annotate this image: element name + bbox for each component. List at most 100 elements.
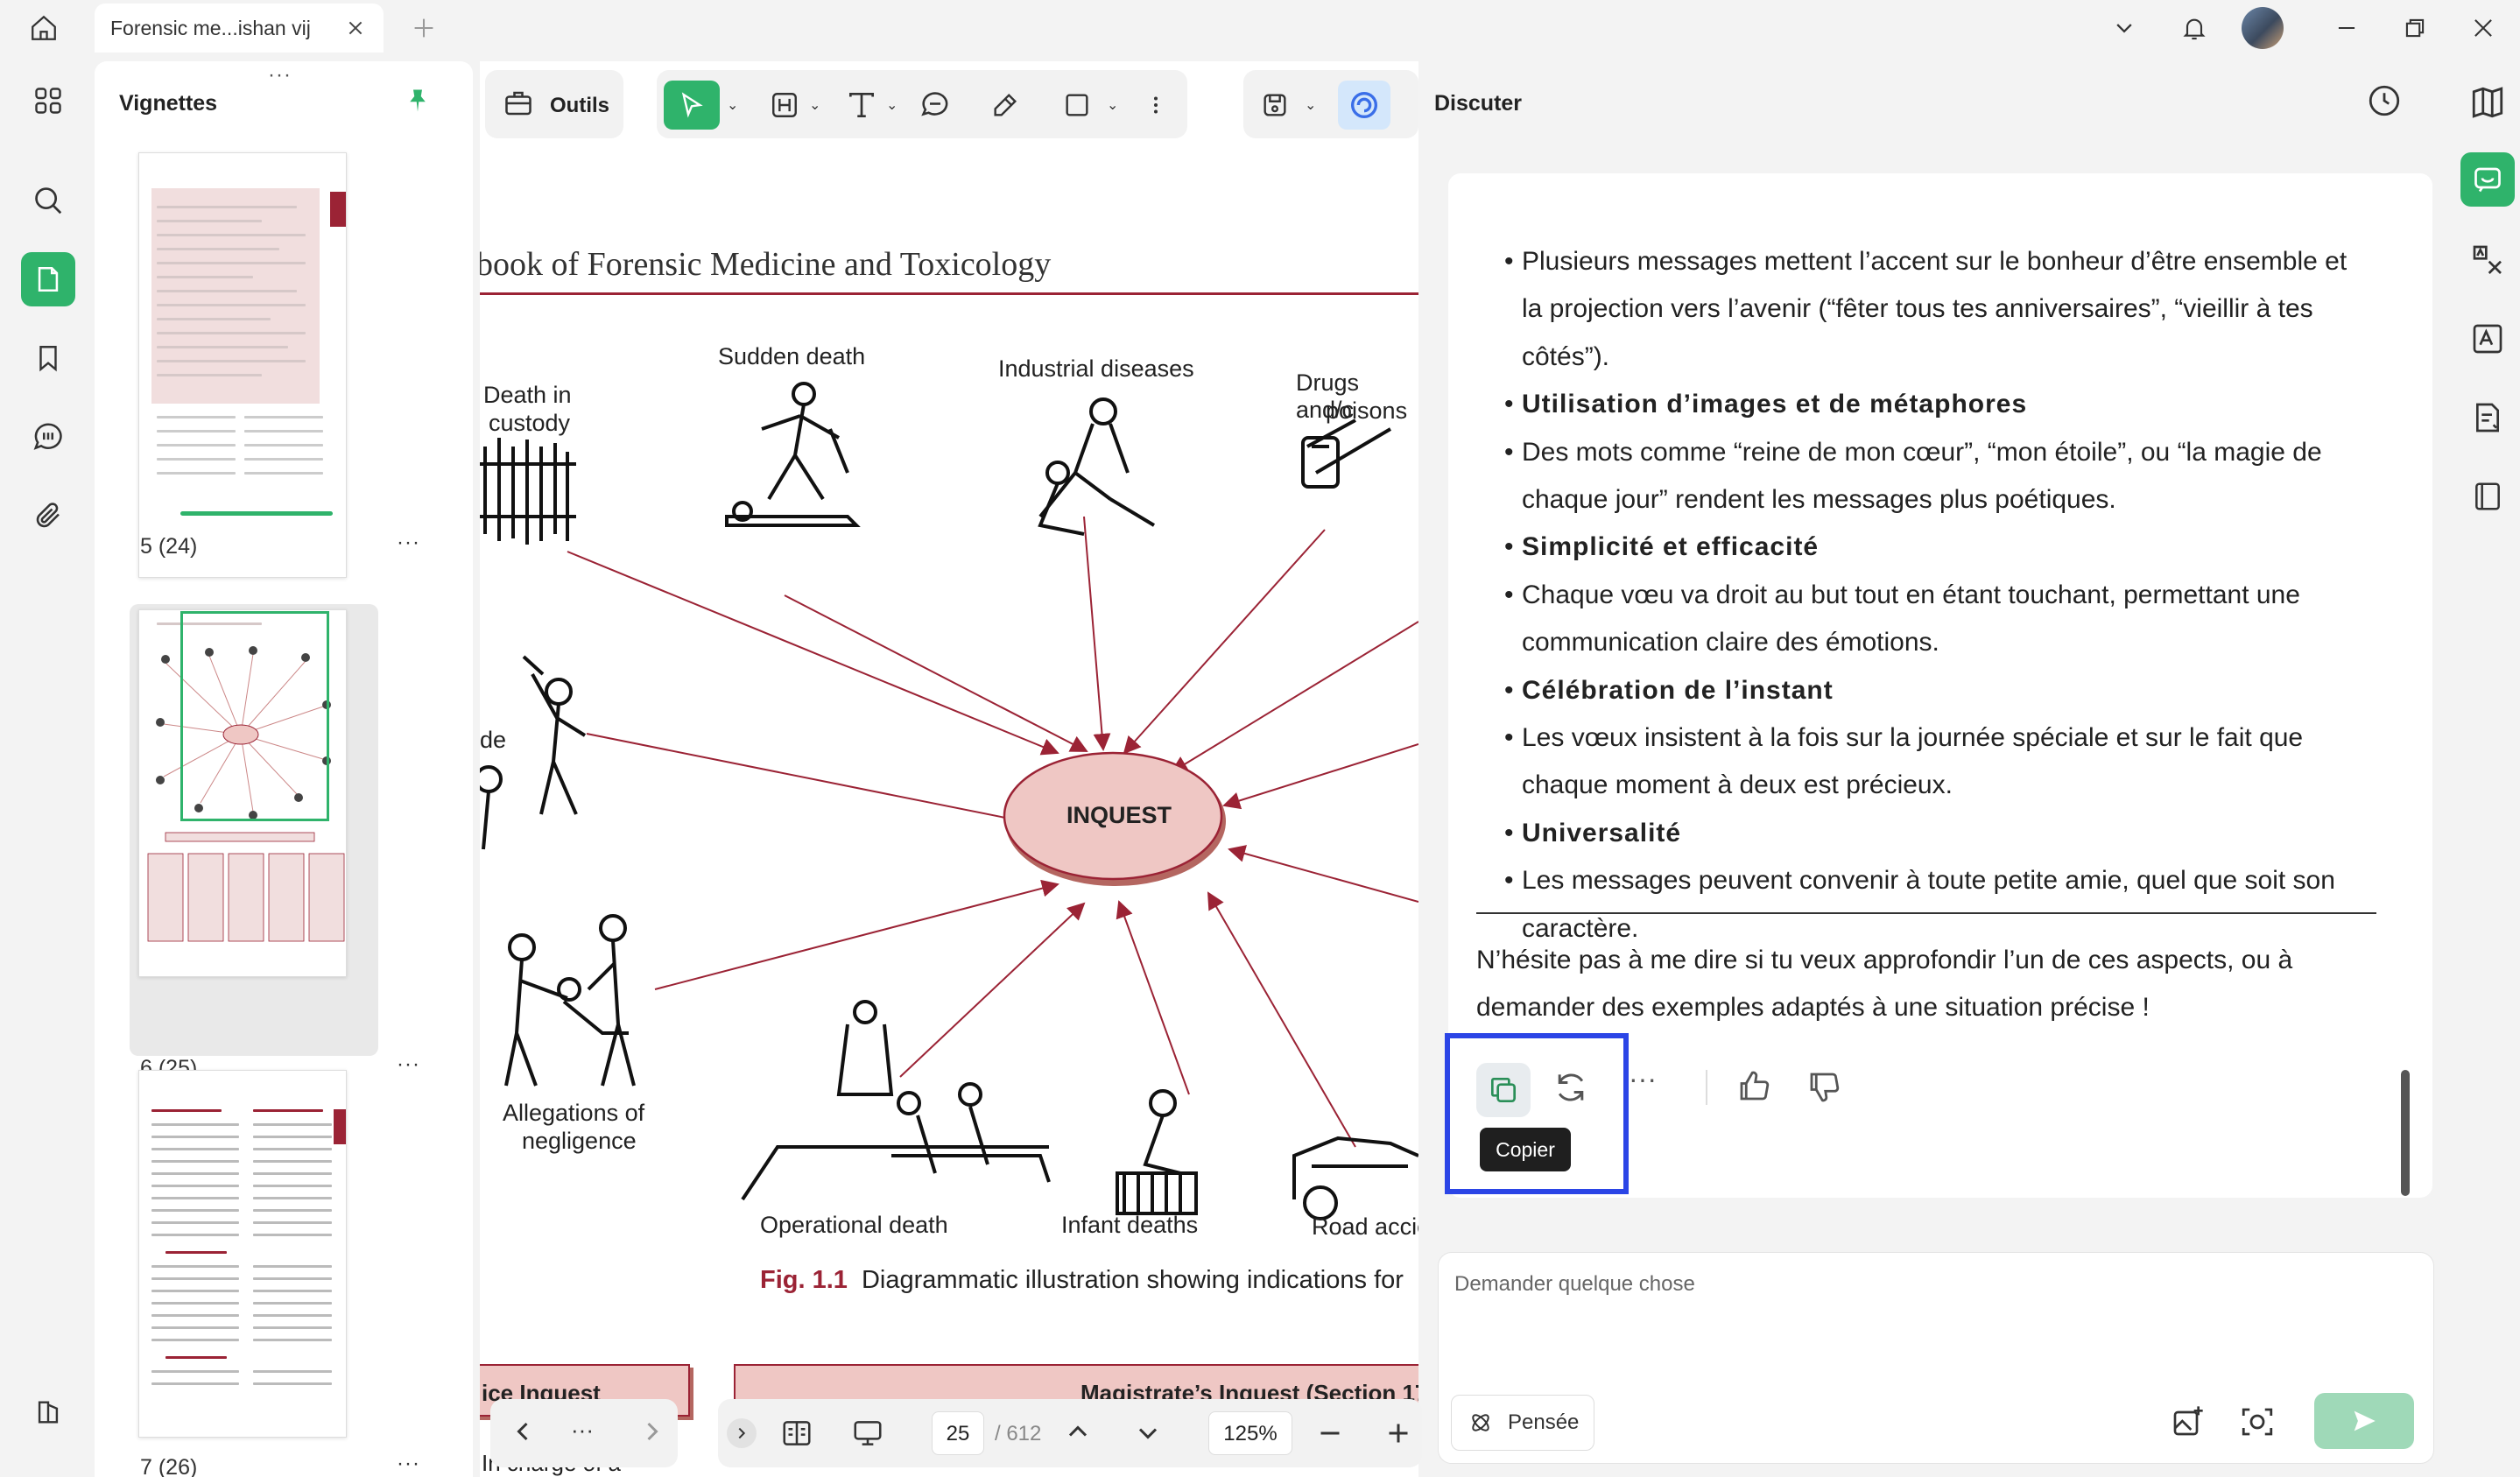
message-line: caractère. bbox=[1522, 914, 1639, 943]
chat-input-box[interactable]: Demander quelque chose Pensée bbox=[1438, 1252, 2434, 1464]
label-infant-deaths: Infant deaths bbox=[1061, 1212, 1199, 1238]
message-line: chaque moment à deux est précieux. bbox=[1522, 770, 1953, 799]
chat-scrollbar[interactable] bbox=[2401, 1070, 2410, 1196]
thumbs-down-icon[interactable] bbox=[1806, 1068, 1842, 1105]
avatar[interactable] bbox=[2242, 7, 2284, 49]
chevron-down-icon[interactable]: ⌄ bbox=[727, 96, 738, 114]
plus-icon[interactable] bbox=[408, 12, 440, 44]
label-industrial-diseases: Industrial diseases bbox=[998, 355, 1194, 382]
chevron-down-icon[interactable] bbox=[2107, 11, 2142, 46]
send-button[interactable] bbox=[2314, 1393, 2414, 1449]
inquest-diagram bbox=[480, 382, 1418, 1220]
close-icon[interactable] bbox=[343, 16, 368, 40]
label-sudden-death: Sudden death bbox=[718, 343, 866, 369]
collapse-icon[interactable] bbox=[727, 1418, 757, 1448]
document-tab[interactable]: Forensic me...ishan vij bbox=[95, 4, 384, 53]
arrow-road-accidents bbox=[1207, 891, 1356, 1148]
bell-icon[interactable] bbox=[2175, 9, 2214, 47]
summary-icon[interactable] bbox=[2460, 390, 2515, 445]
tools-button[interactable]: Outils bbox=[485, 70, 623, 138]
layers-icon[interactable] bbox=[21, 1385, 75, 1439]
text-tool-icon[interactable] bbox=[842, 86, 881, 124]
chevron-down-icon[interactable]: ⌄ bbox=[809, 96, 820, 114]
book-open-icon[interactable] bbox=[2460, 75, 2515, 130]
chevron-down-icon[interactable]: ⌄ bbox=[1107, 96, 1118, 114]
save-icon[interactable] bbox=[1256, 86, 1294, 124]
thumbnails-panel: ··· Vignettes 5 (24) ··· 6 (25) ··· 7 (2… bbox=[95, 61, 473, 1477]
message-line: Plusieurs messages mettent l’accent sur … bbox=[1522, 247, 2348, 276]
arrow-homicide bbox=[586, 733, 1042, 831]
restore-icon[interactable] bbox=[2397, 11, 2432, 46]
drugs-poisons-illustration bbox=[1301, 418, 1392, 489]
label-operational-death: Operational death bbox=[760, 1212, 948, 1238]
bullet-marker: • bbox=[1504, 390, 1514, 418]
thumbnail-page-7[interactable] bbox=[138, 1070, 347, 1438]
heading-tool-icon[interactable] bbox=[765, 86, 804, 124]
search-icon[interactable] bbox=[21, 173, 75, 228]
bookmark-icon[interactable] bbox=[21, 331, 75, 385]
bullet-marker: • bbox=[1504, 532, 1514, 561]
ai-assistant-icon[interactable] bbox=[1338, 81, 1390, 130]
drag-handle[interactable]: ··· bbox=[268, 63, 292, 88]
apps-grid-icon[interactable] bbox=[21, 74, 75, 128]
chevron-right-icon[interactable] bbox=[639, 1418, 665, 1445]
chevron-down-icon[interactable]: ⌄ bbox=[1305, 96, 1316, 114]
more-icon[interactable]: ··· bbox=[571, 1417, 594, 1444]
page-number-input[interactable]: 25 bbox=[932, 1411, 984, 1455]
more-tools-icon[interactable] bbox=[1137, 86, 1175, 124]
more-options-icon[interactable]: ··· bbox=[1629, 1063, 1657, 1095]
attachment-icon[interactable] bbox=[21, 489, 75, 543]
tab-title: Forensic me...ishan vij bbox=[110, 16, 311, 39]
chat-panel: Discuter • Plusieurs messages mettent l’a… bbox=[1422, 61, 2520, 1477]
zoom-in-icon[interactable] bbox=[1385, 1420, 1411, 1446]
two-page-view-icon[interactable] bbox=[779, 1417, 814, 1450]
reader-icon[interactable] bbox=[2460, 469, 2515, 524]
minimize-icon[interactable] bbox=[2329, 11, 2364, 46]
bullet-marker: • bbox=[1504, 723, 1514, 752]
bullet-marker: • bbox=[1504, 247, 1514, 276]
thinking-toggle[interactable]: Pensée bbox=[1451, 1395, 1594, 1451]
select-tool-icon[interactable] bbox=[664, 81, 720, 130]
ai-chat-icon[interactable] bbox=[2460, 152, 2515, 207]
more-icon[interactable]: ··· bbox=[397, 1052, 420, 1077]
negligence-illustration bbox=[504, 914, 636, 1087]
more-icon[interactable]: ··· bbox=[397, 531, 420, 555]
pen-tool-icon[interactable] bbox=[986, 86, 1024, 124]
thumbs-up-icon[interactable] bbox=[1735, 1068, 1772, 1105]
comments-icon[interactable] bbox=[21, 410, 75, 464]
message-line: Des mots comme “reine de mon cœur”, “mon… bbox=[1522, 438, 2322, 467]
screenshot-icon[interactable] bbox=[2239, 1403, 2276, 1440]
illustration-group bbox=[480, 382, 1418, 1220]
chevron-down-icon[interactable]: ⌄ bbox=[886, 96, 897, 114]
right-rail bbox=[2450, 61, 2520, 1477]
bullet-marker: • bbox=[1504, 438, 1514, 467]
closing-line-2: demander des exemples adaptés à une situ… bbox=[1476, 993, 2150, 1022]
comment-tool-icon[interactable] bbox=[916, 86, 954, 124]
operational-death-illustration bbox=[741, 1000, 1051, 1201]
close-window-icon[interactable] bbox=[2466, 11, 2501, 46]
chevron-left-icon[interactable] bbox=[510, 1418, 536, 1445]
home-icon[interactable] bbox=[26, 11, 61, 46]
presentation-icon[interactable] bbox=[849, 1417, 886, 1450]
chat-title: Discuter bbox=[1434, 91, 1523, 116]
message-divider bbox=[1476, 912, 2376, 914]
chevron-down-icon[interactable] bbox=[1135, 1420, 1161, 1446]
panel-title: Vignettes bbox=[119, 91, 218, 116]
ocr-icon[interactable] bbox=[2460, 312, 2515, 366]
more-icon[interactable]: ··· bbox=[397, 1452, 420, 1476]
zoom-out-icon[interactable] bbox=[1317, 1420, 1343, 1446]
send-icon bbox=[2354, 1410, 2376, 1431]
label-death-in-custody-2: custody bbox=[489, 410, 571, 436]
pin-icon[interactable] bbox=[405, 88, 431, 114]
visible-area-frame[interactable] bbox=[180, 611, 329, 821]
document-viewer: book of Forensic Medicine and Toxicology bbox=[480, 61, 1418, 1477]
thumbnails-icon[interactable] bbox=[21, 252, 75, 306]
image-add-icon[interactable] bbox=[2171, 1403, 2206, 1438]
shape-tool-icon[interactable] bbox=[1058, 86, 1096, 124]
translate-icon[interactable] bbox=[2460, 233, 2515, 287]
history-icon[interactable] bbox=[2366, 82, 2403, 119]
assistant-message: • Plusieurs messages mettent l’accent sur… bbox=[1445, 173, 2432, 1198]
atom-icon bbox=[1472, 1414, 1489, 1431]
zoom-level[interactable]: 125% bbox=[1208, 1411, 1292, 1455]
chevron-up-icon[interactable] bbox=[1065, 1418, 1091, 1445]
